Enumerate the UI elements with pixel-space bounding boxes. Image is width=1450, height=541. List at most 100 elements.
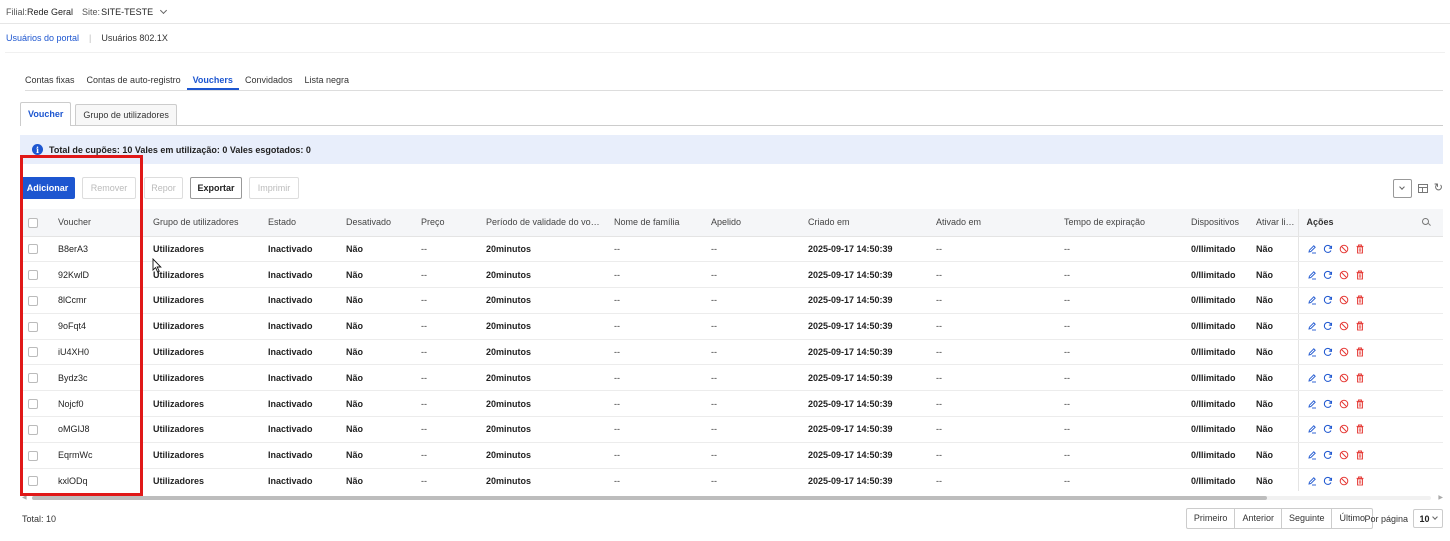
row-checkbox[interactable] [28, 244, 38, 255]
tab-blacklist[interactable]: Lista negra [298, 75, 355, 90]
print-button[interactable]: Imprimir [249, 177, 299, 199]
delete-icon[interactable] [1355, 321, 1365, 331]
reset-icon[interactable] [1323, 476, 1333, 486]
dot1x-users-link[interactable]: Usuários 802.1X [101, 33, 168, 43]
table-row[interactable]: kxlODq Utilizadores Inactivado Não -- 20minut… [20, 468, 1443, 491]
prev-page-button[interactable]: Anterior [1235, 509, 1282, 528]
edit-icon[interactable] [1307, 270, 1317, 280]
delete-icon[interactable] [1355, 399, 1365, 409]
col-family-name[interactable]: Nome de família [606, 209, 703, 237]
col-devices[interactable]: Dispositivos [1183, 209, 1248, 237]
export-button[interactable]: Exportar [190, 177, 242, 199]
table-row[interactable]: 92KwlD Utilizadores Inactivado Não -- 20minut… [20, 261, 1443, 289]
reset-button[interactable]: Repor [144, 177, 183, 199]
edit-icon[interactable] [1307, 399, 1317, 409]
col-disabled[interactable]: Desativado [338, 209, 413, 237]
delete-icon[interactable] [1355, 347, 1365, 357]
table-row[interactable]: oMGIJ8 Utilizadores Inactivado Não -- 20minut… [20, 416, 1443, 443]
table-row[interactable]: B8erA3 Utilizadores Inactivado Não -- 20minut… [20, 236, 1443, 263]
row-checkbox[interactable] [28, 347, 38, 358]
col-nickname[interactable]: Apelido [703, 209, 800, 237]
tab-self-registration[interactable]: Contas de auto-registro [81, 75, 187, 90]
row-checkbox[interactable] [28, 476, 38, 487]
disable-icon[interactable] [1339, 244, 1349, 254]
col-activate-link[interactable]: Ativar ligaçã [1248, 209, 1298, 237]
column-dropdown[interactable] [1392, 178, 1412, 198]
table-row[interactable]: EqrmWc Utilizadores Inactivado Não -- 20minut… [20, 442, 1443, 469]
portal-users-link[interactable]: Usuários do portal [6, 33, 79, 43]
search-icon[interactable] [1422, 218, 1429, 225]
reset-icon[interactable] [1323, 450, 1333, 460]
next-page-button[interactable]: Seguinte [1282, 509, 1333, 528]
chevron-down-icon[interactable] [160, 6, 168, 14]
delete-icon[interactable] [1355, 373, 1365, 383]
first-page-button[interactable]: Primeiro [1187, 509, 1236, 528]
disable-icon[interactable] [1339, 399, 1349, 409]
delete-icon[interactable] [1355, 295, 1365, 305]
edit-icon[interactable] [1307, 450, 1317, 460]
site-selector[interactable]: Site: SITE-TESTE [82, 6, 168, 17]
row-checkbox[interactable] [28, 398, 38, 409]
refresh-icon[interactable]: ↻ [1434, 182, 1443, 194]
disable-icon[interactable] [1339, 450, 1349, 460]
edit-icon[interactable] [1307, 244, 1317, 254]
tab-vouchers[interactable]: Vouchers [186, 75, 239, 90]
row-checkbox[interactable] [28, 373, 38, 384]
row-checkbox[interactable] [28, 450, 38, 461]
reset-icon[interactable] [1323, 347, 1333, 357]
col-activated[interactable]: Ativado em [928, 209, 1056, 237]
edit-icon[interactable] [1307, 424, 1317, 434]
scroll-right-icon[interactable]: ▶ [1438, 494, 1443, 502]
table-row[interactable]: iU4XH0 Utilizadores Inactivado Não -- 20minut… [20, 339, 1443, 366]
reset-icon[interactable] [1323, 424, 1333, 434]
edit-icon[interactable] [1307, 476, 1317, 486]
scroll-left-icon[interactable]: ◀ [22, 494, 27, 502]
delete-icon[interactable] [1355, 450, 1365, 460]
col-created[interactable]: Criado em [800, 209, 928, 237]
col-price[interactable]: Preço [413, 209, 478, 237]
reset-icon[interactable] [1323, 373, 1333, 383]
horizontal-scrollbar[interactable]: ◀ ▶ [20, 494, 1443, 502]
table-row[interactable]: Nojcf0 Utilizadores Inactivado Não -- 20minut… [20, 390, 1443, 418]
disable-icon[interactable] [1339, 373, 1349, 383]
select-all-checkbox[interactable] [28, 217, 38, 228]
scroll-thumb[interactable] [32, 496, 1267, 500]
reset-icon[interactable] [1323, 295, 1333, 305]
tab-guests[interactable]: Convidados [239, 75, 299, 90]
edit-icon[interactable] [1307, 373, 1317, 383]
col-voucher[interactable]: Voucher [50, 209, 145, 237]
delete-icon[interactable] [1355, 270, 1365, 280]
row-checkbox[interactable] [28, 295, 38, 306]
tab-fixed-accounts[interactable]: Contas fixas [25, 75, 81, 90]
delete-icon[interactable] [1355, 424, 1365, 434]
tab-user-group[interactable]: Grupo de utilizadores [75, 104, 177, 125]
delete-icon[interactable] [1355, 476, 1365, 486]
disable-icon[interactable] [1339, 321, 1349, 331]
col-expiration[interactable]: Tempo de expiração [1056, 209, 1183, 237]
columns-icon[interactable] [1417, 183, 1428, 193]
per-page-dropdown[interactable]: 10 [1413, 509, 1443, 528]
delete-icon[interactable] [1355, 244, 1365, 254]
tab-voucher[interactable]: Voucher [20, 102, 72, 126]
disable-icon[interactable] [1339, 476, 1349, 486]
add-button[interactable]: Adicionar [20, 177, 75, 199]
disable-icon[interactable] [1339, 424, 1349, 434]
disable-icon[interactable] [1339, 295, 1349, 305]
edit-icon[interactable] [1307, 347, 1317, 357]
disable-icon[interactable] [1339, 270, 1349, 280]
table-row[interactable]: 8lCcmr Utilizadores Inactivado Não -- 20minut… [20, 287, 1443, 314]
col-group[interactable]: Grupo de utilizadores [145, 209, 260, 237]
reset-icon[interactable] [1323, 321, 1333, 331]
reset-icon[interactable] [1323, 399, 1333, 409]
remove-button[interactable]: Remover [82, 177, 136, 199]
row-checkbox[interactable] [28, 321, 38, 332]
edit-icon[interactable] [1307, 295, 1317, 305]
disable-icon[interactable] [1339, 347, 1349, 357]
col-validity[interactable]: Período de validade do vo… [478, 209, 606, 237]
col-status[interactable]: Estado [260, 209, 338, 237]
table-row[interactable]: 9oFqt4 Utilizadores Inactivado Não -- 20minut… [20, 313, 1443, 340]
row-checkbox[interactable] [28, 424, 38, 435]
edit-icon[interactable] [1307, 321, 1317, 331]
reset-icon[interactable] [1323, 270, 1333, 280]
table-row[interactable]: Bydz3c Utilizadores Inactivado Não -- 20minut… [20, 364, 1443, 392]
